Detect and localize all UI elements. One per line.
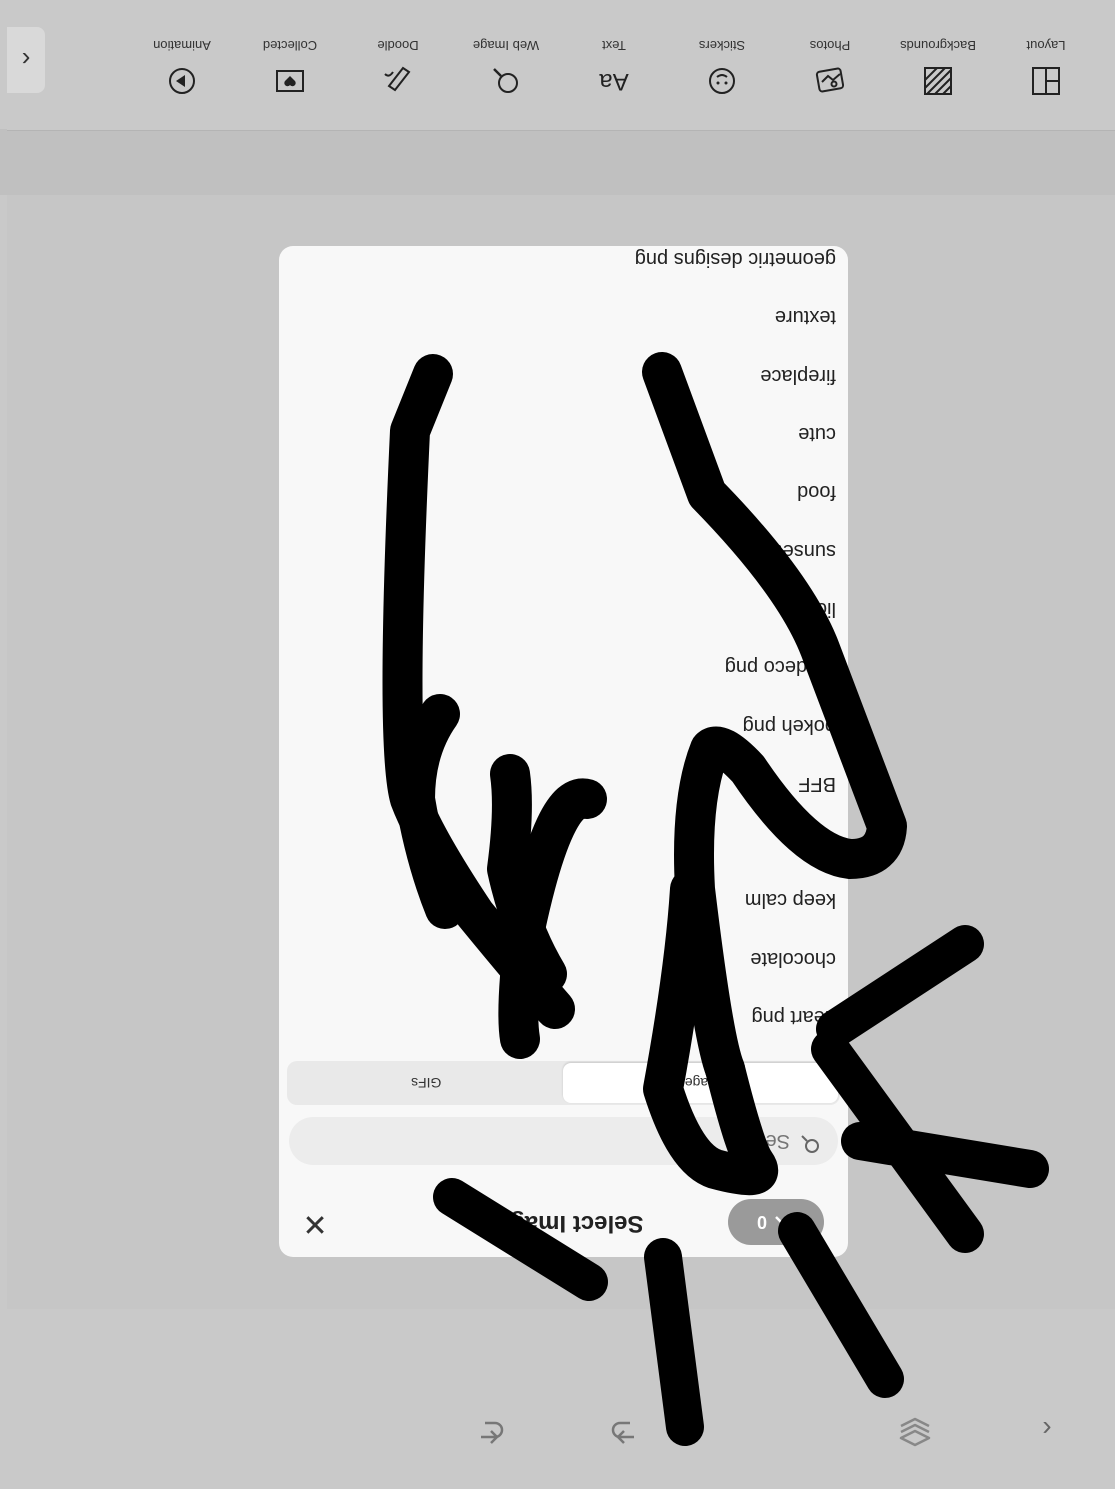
suggestion-item[interactable]: geometric designs png — [279, 246, 848, 288]
animation-icon — [165, 64, 199, 98]
collapse-toolbar-button[interactable]: ‹ — [7, 27, 45, 93]
tab-images[interactable]: Images — [563, 1063, 838, 1103]
search-icon — [800, 1128, 820, 1154]
upload-button[interactable]: 0 — [728, 1199, 824, 1245]
tool-label: Layout — [1026, 38, 1066, 53]
tool-label: Web Image — [472, 38, 540, 53]
text-icon: Aa — [599, 68, 629, 95]
dialog-header: Select Images ✕ 0 — [279, 1191, 848, 1257]
tool-strip: Layout Backgrounds Photos Stickers Aa Text Web… — [7, 8, 1115, 131]
suggestion-item[interactable]: fireplace — [279, 346, 848, 404]
suggestion-item[interactable]: food — [279, 463, 848, 521]
select-images-dialog: Select Images ✕ 0 ImagesGIFs heart pngcho… — [279, 246, 848, 1257]
search-bar[interactable] — [289, 1117, 838, 1165]
panel-separator — [0, 129, 1115, 195]
chevron-left-icon[interactable]: ‹ — [1027, 1409, 1067, 1449]
redo-icon[interactable] — [605, 1409, 645, 1449]
backgrounds-icon — [921, 64, 955, 98]
suggestion-item[interactable]: cute — [279, 405, 848, 463]
tool-label: Collected — [262, 38, 318, 53]
bottom-nav-bar: ‹ — [0, 1309, 1115, 1489]
close-button[interactable]: ✕ — [301, 1207, 329, 1240]
suggestion-list: heart png chocolate keep calm BFF bokeh png a… — [279, 246, 848, 1046]
tool-label: Animation — [153, 38, 211, 53]
tool-collected[interactable]: Collected — [236, 8, 344, 130]
media-type-toggle: Images GIFs — [287, 1061, 840, 1105]
tool-label: Stickers — [698, 38, 746, 53]
tool-label: Backgrounds — [900, 38, 976, 53]
layout-icon — [1029, 64, 1063, 98]
tool-list: Layout Backgrounds Photos Stickers Aa Text Web… — [128, 8, 1100, 130]
chevron-up-icon — [775, 1216, 793, 1227]
suggestion-item[interactable]: texture — [279, 288, 848, 346]
suggestion-item[interactable]: BFF — [279, 755, 848, 813]
tool-text[interactable]: Aa Text — [560, 8, 668, 130]
suggestion-item[interactable]: heart png — [279, 988, 848, 1046]
stickers-icon — [705, 64, 739, 98]
suggestion-item[interactable]: sunset — [279, 521, 848, 579]
suggestion-item[interactable] — [279, 813, 848, 871]
tool-web-image[interactable]: Web Image — [452, 8, 560, 130]
search-input[interactable] — [308, 1128, 792, 1154]
web-image-icon — [489, 64, 523, 98]
suggestion-item[interactable]: chocolate — [279, 929, 848, 987]
app-screen: ‹ Layout Backgrounds Photos Stickers Aa Text W… — [0, 0, 1115, 1489]
photos-icon — [813, 64, 847, 98]
undo-icon[interactable] — [470, 1409, 510, 1449]
tool-label: Text — [602, 38, 626, 53]
collected-icon — [273, 64, 307, 98]
upload-count: 0 — [757, 1212, 768, 1233]
suggestion-item[interactable]: keep calm — [279, 871, 848, 929]
doodle-icon — [381, 64, 415, 98]
layers-icon[interactable] — [895, 1409, 935, 1449]
tool-layout[interactable]: Layout — [992, 8, 1100, 130]
tool-photos[interactable]: Photos — [776, 8, 884, 130]
tool-label: Photos — [809, 38, 851, 53]
suggestion-item[interactable]: lion — [279, 580, 848, 638]
tab-gifs[interactable]: GIFs — [289, 1063, 564, 1103]
tool-animation[interactable]: Animation — [128, 8, 236, 130]
suggestion-item[interactable]: art deco png — [279, 638, 848, 696]
tool-label: Doodle — [377, 38, 419, 53]
tool-stickers[interactable]: Stickers — [668, 8, 776, 130]
suggestion-item[interactable]: bokeh png — [279, 696, 848, 754]
tool-backgrounds[interactable]: Backgrounds — [884, 8, 992, 130]
tool-doodle[interactable]: Doodle — [344, 8, 452, 130]
